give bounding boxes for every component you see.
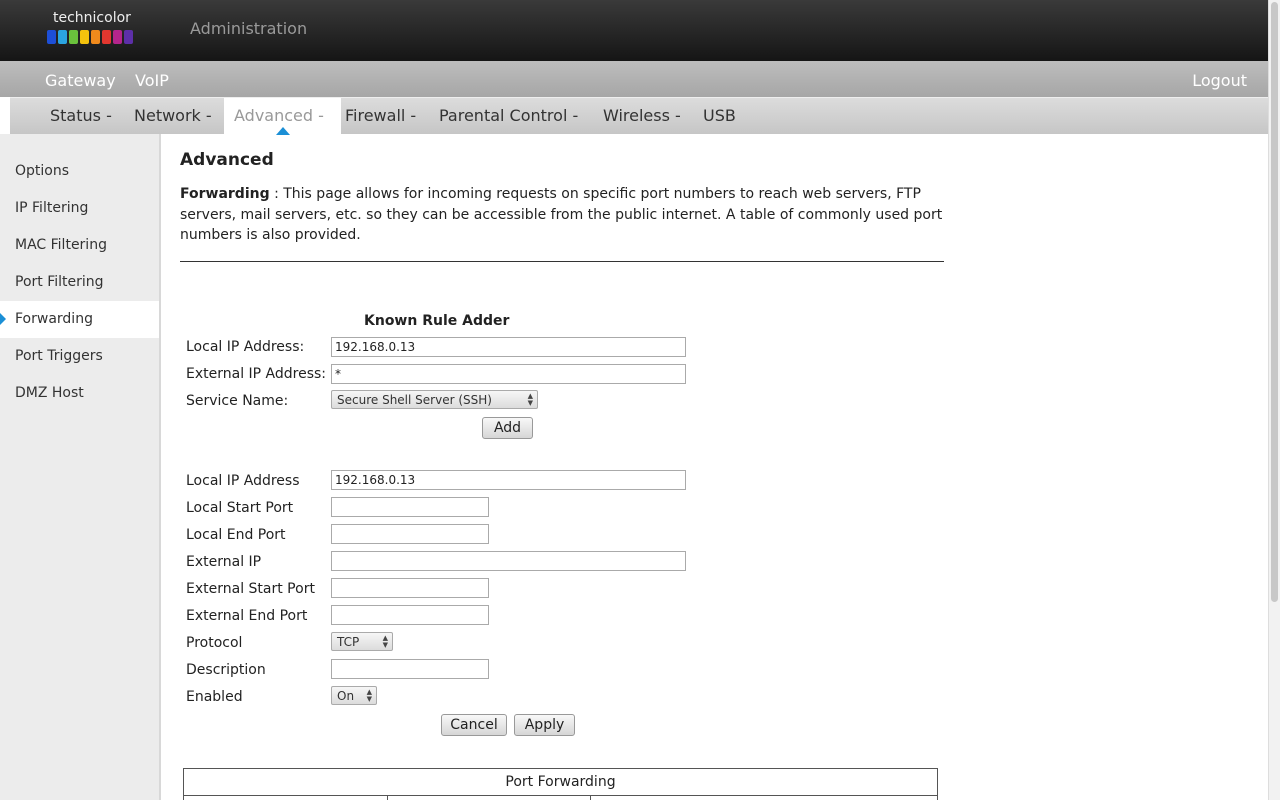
- sidebar-item-ip-filtering[interactable]: IP Filtering: [0, 190, 159, 227]
- kra-local-ip-input[interactable]: 192.168.0.13: [331, 337, 686, 357]
- external-start-port-input[interactable]: [331, 578, 489, 598]
- cancel-button[interactable]: Cancel: [441, 714, 507, 736]
- column-divider: [387, 796, 388, 800]
- known-rule-adder-title: Known Rule Adder: [364, 313, 510, 329]
- logo-color-bar: [91, 30, 100, 44]
- logo-color-bar: [58, 30, 67, 44]
- main-nav-voip[interactable]: VoIP: [135, 71, 169, 90]
- description-bold: Forwarding: [180, 186, 270, 202]
- external-ip-input[interactable]: [331, 551, 686, 571]
- logout-link[interactable]: Logout: [1192, 71, 1247, 90]
- tab-network[interactable]: Network -: [124, 98, 222, 134]
- logo-color-bar: [80, 30, 89, 44]
- logo-color-bar: [69, 30, 78, 44]
- sidebar-item-forwarding[interactable]: Forwarding: [0, 301, 159, 338]
- enabled-value: On: [337, 689, 355, 703]
- enabled-select[interactable]: On ▲ ▼: [331, 686, 377, 705]
- sidebar-item-options[interactable]: Options: [0, 153, 159, 190]
- kra-service-name-label: Service Name:: [186, 393, 289, 409]
- tab-status[interactable]: Status -: [40, 98, 122, 134]
- main-nav-gateway[interactable]: Gateway: [45, 71, 116, 90]
- select-arrows-icon: ▲ ▼: [382, 634, 388, 649]
- enabled-label: Enabled: [186, 689, 243, 705]
- kra-local-ip-label: Local IP Address:: [186, 339, 305, 355]
- top-header-bar: technicolor Administration: [0, 0, 1268, 61]
- column-divider: [590, 796, 591, 800]
- logo-color-bar: [102, 30, 111, 44]
- local-ip-label: Local IP Address: [186, 473, 300, 489]
- description-input[interactable]: [331, 659, 489, 679]
- external-start-port-label: External Start Port: [186, 581, 315, 597]
- apply-button[interactable]: Apply: [514, 714, 575, 736]
- logo-text: technicolor: [53, 10, 131, 26]
- kra-external-ip-input[interactable]: *: [331, 364, 686, 384]
- local-start-port-label: Local Start Port: [186, 500, 294, 516]
- table-header-row: [184, 796, 937, 800]
- sidebar-item-mac-filtering[interactable]: MAC Filtering: [0, 227, 159, 264]
- port-forwarding-table: Port Forwarding: [183, 768, 938, 800]
- scrollbar-thumb[interactable]: [1271, 2, 1278, 602]
- tab-advanced[interactable]: Advanced -: [224, 98, 341, 135]
- kra-external-ip-label: External IP Address:: [186, 366, 327, 382]
- divider: [180, 261, 944, 262]
- sub-nav: Status - Network - Advanced - Firewall -…: [10, 97, 1268, 135]
- technicolor-logo[interactable]: technicolor: [47, 10, 133, 46]
- logo-color-bar: [47, 30, 56, 44]
- tab-firewall[interactable]: Firewall -: [335, 98, 426, 134]
- external-end-port-input[interactable]: [331, 605, 489, 625]
- sidebar-item-label: Forwarding: [15, 311, 93, 327]
- service-name-select[interactable]: Secure Shell Server (SSH) ▲ ▼: [331, 390, 538, 409]
- main-nav: Gateway VoIP Logout: [0, 61, 1268, 97]
- sidebar-item-port-filtering[interactable]: Port Filtering: [0, 264, 159, 301]
- protocol-value: TCP: [337, 635, 360, 649]
- page-description: Forwarding : This page allows for incomi…: [180, 184, 944, 246]
- tab-parental-control[interactable]: Parental Control -: [429, 98, 588, 134]
- select-arrows-icon: ▲ ▼: [366, 688, 372, 703]
- external-ip-label: External IP: [186, 554, 262, 570]
- port-forwarding-table-title: Port Forwarding: [184, 769, 937, 796]
- logo-color-bar: [113, 30, 122, 44]
- description-label: Description: [186, 662, 266, 678]
- tab-advanced-label: Advanced -: [234, 106, 324, 125]
- local-end-port-input[interactable]: [331, 524, 489, 544]
- add-button[interactable]: Add: [482, 417, 533, 439]
- local-end-port-label: Local End Port: [186, 527, 286, 543]
- protocol-label: Protocol: [186, 635, 243, 651]
- tab-wireless[interactable]: Wireless -: [593, 98, 691, 134]
- sidebar: Options IP Filtering MAC Filtering Port …: [0, 134, 161, 800]
- page-title: Advanced: [180, 150, 274, 170]
- protocol-select[interactable]: TCP ▲ ▼: [331, 632, 393, 651]
- external-end-port-label: External End Port: [186, 608, 308, 624]
- local-ip-input[interactable]: 192.168.0.13: [331, 470, 686, 490]
- active-tab-indicator-icon: [275, 127, 290, 135]
- sidebar-item-dmz-host[interactable]: DMZ Host: [0, 375, 159, 412]
- page-scrollbar[interactable]: [1268, 0, 1280, 800]
- description-text: : This page allows for incoming requests…: [180, 186, 943, 243]
- select-arrows-icon: ▲ ▼: [527, 392, 533, 407]
- active-item-arrow-icon: [0, 313, 6, 325]
- logo-color-bars: [47, 30, 133, 44]
- logo-color-bar: [124, 30, 133, 44]
- sidebar-item-port-triggers[interactable]: Port Triggers: [0, 338, 159, 375]
- service-name-value: Secure Shell Server (SSH): [337, 393, 492, 407]
- local-start-port-input[interactable]: [331, 497, 489, 517]
- tab-usb[interactable]: USB: [693, 98, 746, 134]
- admin-title: Administration: [190, 19, 308, 38]
